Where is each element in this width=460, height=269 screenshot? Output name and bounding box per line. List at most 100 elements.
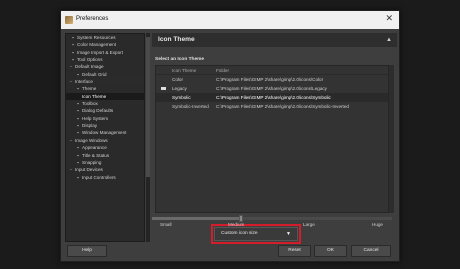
tree-bullet-icon: ▪	[77, 71, 79, 77]
sidebar-item[interactable]: ▪ Color Management	[66, 41, 144, 48]
sidebar-item-label: Display	[82, 123, 98, 129]
sidebar-item[interactable]: ▪ Tool Options	[66, 56, 144, 63]
title-bar: Preferences ✕	[61, 11, 399, 29]
size-label-medium: Medium	[228, 222, 245, 227]
sidebar-item-label: Color Management	[77, 42, 117, 48]
tree-bullet-icon: ▪	[77, 123, 79, 129]
tree-bullet-icon: ▪	[72, 35, 74, 40]
theme-list-header: Icon Theme Folder	[156, 66, 388, 75]
sidebar-item[interactable]: Icon Theme	[66, 92, 144, 101]
tree-bullet-icon: ▪	[77, 145, 79, 151]
sidebar-item[interactable]: ▪ Dialog Defaults	[66, 107, 144, 114]
collapse-arrow-icon[interactable]: ▲	[386, 33, 392, 47]
theme-list-scrollbar[interactable]	[389, 65, 394, 213]
theme-name: Color	[172, 77, 183, 82]
sidebar-item-label: Theme	[82, 86, 97, 92]
sidebar-item[interactable]: ▪ Default Grid	[66, 71, 144, 78]
tree-bullet-icon: ▪	[72, 49, 74, 55]
expander-minus-icon[interactable]: −	[69, 166, 73, 173]
sidebar-item[interactable]: ▪ Image Import & Export	[66, 49, 144, 56]
sidebar-item[interactable]: − Default Image	[66, 63, 144, 70]
sidebar-scrollbar-thumb[interactable]	[146, 37, 150, 177]
expander-minus-icon[interactable]: −	[69, 78, 73, 85]
theme-row[interactable]: Symbolic-Inverted C:\Program Files\GIMP 2…	[156, 102, 388, 111]
sidebar-item[interactable]: ▪ Help System	[66, 115, 144, 122]
theme-folder: C:\Program Files\GIMP 2\share\gimp\2.0\i…	[216, 95, 331, 100]
sidebar-item[interactable]: ▪ Theme	[66, 85, 144, 92]
size-label-large: Large	[303, 222, 315, 227]
icon-size-dropdown-value: Custom icon size	[221, 231, 258, 236]
sidebar-item-label: Input Controllers	[82, 174, 116, 180]
sidebar-item-label: Appearance	[82, 145, 107, 151]
sidebar-item-label: Snapping	[82, 159, 102, 165]
sidebar-item-label: Interface	[75, 79, 93, 85]
sidebar-item[interactable]: ▪ Appearance	[66, 144, 144, 151]
tree-bullet-icon: ▪	[77, 152, 79, 158]
tree-bullet-icon: ▪	[77, 86, 79, 92]
size-label-huge: Huge	[372, 222, 383, 227]
sidebar-item-label: Icon Theme	[82, 93, 107, 99]
sidebar-item-label: Title & Status	[82, 152, 110, 158]
sidebar-item-label: Input Devices	[75, 167, 103, 173]
theme-row[interactable]: Symbolic C:\Program Files\GIMP 2\share\gi…	[156, 93, 388, 102]
theme-row[interactable]: Legacy C:\Program Files\GIMP 2\share\gimp…	[156, 84, 388, 93]
tree-bullet-icon: ▪	[72, 57, 74, 63]
sidebar-item[interactable]: ▪ Window Management	[66, 129, 144, 136]
window-title: Preferences	[76, 16, 109, 22]
tree-bullet-icon: ▪	[77, 174, 79, 180]
sidebar-item[interactable]: ▪ Toolbox	[66, 100, 144, 107]
sidebar-item[interactable]: ▪ Input Controllers	[66, 174, 144, 181]
tree-bullet-icon: ▪	[77, 130, 79, 136]
sidebar-item-label: Tool Options	[77, 57, 103, 63]
sidebar-item-label: Image Windows	[75, 137, 108, 143]
tree-bullet-icon: ▪	[72, 42, 74, 48]
cancel-button[interactable]: Cancel	[351, 245, 391, 257]
sidebar-item[interactable]: ▪ Snapping	[66, 159, 144, 166]
column-header-icon-theme[interactable]: Icon Theme	[172, 66, 196, 75]
expander-minus-icon[interactable]: −	[69, 63, 73, 70]
sidebar-item[interactable]: ▪ Display	[66, 122, 144, 129]
theme-name: Legacy	[172, 86, 187, 91]
icon-size-slider[interactable]	[152, 215, 392, 222]
sidebar-item-label: Toolbox	[82, 101, 98, 107]
icon-theme-list: Icon Theme Folder Color C:\Program Files\…	[155, 65, 389, 213]
column-header-folder[interactable]: Folder	[216, 66, 229, 75]
sidebar-item-label: Default Grid	[82, 71, 107, 77]
sidebar-item[interactable]: − Image Windows	[66, 137, 144, 144]
sidebar-item-label: Image Import & Export	[77, 49, 123, 55]
preferences-category-tree: ▪ System Resources ▪ Color Management ▪ Image…	[65, 33, 145, 242]
tree-bullet-icon: ▪	[77, 108, 79, 114]
close-icon[interactable]: ✕	[385, 14, 393, 25]
sidebar-item[interactable]: − Input Devices	[66, 166, 144, 173]
theme-row[interactable]: Color C:\Program Files\GIMP 2\share\gimp\…	[156, 75, 388, 84]
theme-preview-icon	[161, 87, 166, 90]
ok-button[interactable]: OK	[314, 245, 347, 257]
size-label-small: Small	[160, 222, 172, 227]
sidebar-item-label: Default Image	[75, 64, 104, 70]
reset-button[interactable]: Reset	[278, 245, 311, 257]
sidebar-item-label: System Resources	[77, 35, 116, 40]
sidebar-item-label: Window Management	[82, 130, 127, 136]
theme-name: Symbolic	[172, 95, 191, 100]
sidebar-item-label: Help System	[82, 115, 109, 121]
theme-folder: C:\Program Files\GIMP 2\share\gimp\2.0\i…	[216, 77, 324, 82]
main-panel: Icon Theme ▲ Select an Icon Theme Icon T…	[152, 33, 397, 244]
theme-folder: C:\Program Files\GIMP 2\share\gimp\2.0\i…	[216, 104, 349, 109]
help-button[interactable]: Help	[67, 245, 107, 257]
slider-handle[interactable]	[238, 215, 243, 222]
tree-bullet-icon: ▪	[77, 101, 79, 107]
tree-bullet-icon: ▪	[77, 159, 79, 165]
expander-minus-icon[interactable]: −	[69, 137, 73, 144]
slider-fill	[152, 217, 241, 220]
sidebar-item-label: Dialog Defaults	[82, 108, 114, 114]
sidebar-scrollbar[interactable]	[146, 33, 150, 242]
theme-name: Symbolic-Inverted	[172, 104, 209, 109]
gimp-app-icon	[65, 16, 73, 24]
page-header: Icon Theme ▲	[152, 33, 397, 47]
sidebar-item[interactable]: ▪ Title & Status	[66, 152, 144, 159]
sidebar-item[interactable]: − Interface	[66, 78, 144, 86]
page-title: Icon Theme	[158, 36, 195, 43]
sidebar-item[interactable]: ▪ System Resources	[66, 34, 144, 41]
tree-bullet-icon: ▪	[77, 115, 79, 121]
section-title: Select an Icon Theme	[155, 57, 205, 62]
